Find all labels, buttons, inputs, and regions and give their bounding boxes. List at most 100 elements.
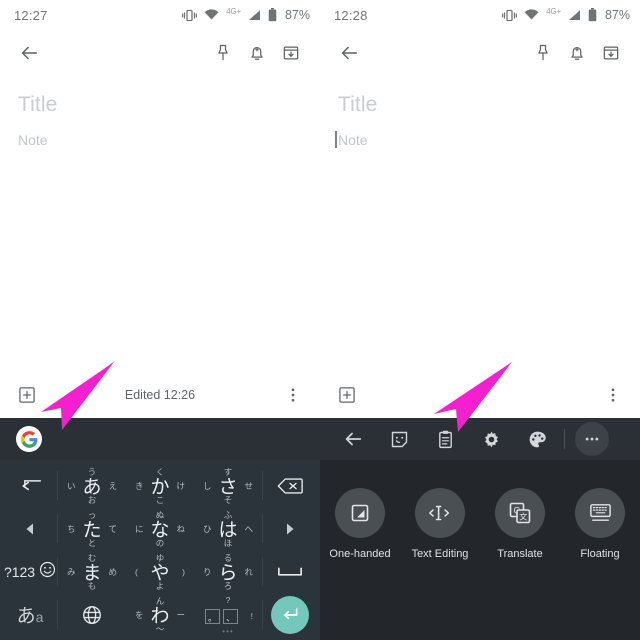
mode-one-handed[interactable]: One-handed bbox=[329, 488, 391, 560]
key-flick-left: に bbox=[135, 523, 144, 534]
language-globe-key[interactable] bbox=[58, 593, 126, 636]
key-flick-right: れ bbox=[244, 566, 253, 577]
note-title-input[interactable]: Title bbox=[338, 90, 622, 120]
note-body-placeholder: Note bbox=[338, 132, 368, 148]
punctuation-cells: 。 、 ! ••• bbox=[201, 602, 255, 636]
key-flick-right: ) bbox=[182, 566, 185, 577]
mode-floating[interactable]: Floating bbox=[569, 488, 631, 560]
more-options-icon[interactable] bbox=[575, 422, 609, 456]
key-ta-row[interactable]: っ ち た て と bbox=[58, 507, 126, 550]
pin-icon[interactable] bbox=[526, 36, 560, 70]
note-body-input[interactable]: Note bbox=[335, 128, 368, 152]
archive-icon[interactable] bbox=[274, 36, 308, 70]
delete-key[interactable] bbox=[262, 464, 318, 507]
back-arrow-icon[interactable] bbox=[332, 36, 366, 70]
gear-icon[interactable] bbox=[468, 418, 514, 460]
more-options-icon[interactable] bbox=[598, 380, 628, 410]
keyboard-row-3: ?123 む み ま め も ゆ (や) よ る り ら れ ろ bbox=[2, 550, 318, 593]
note-title-input[interactable]: Title bbox=[18, 90, 302, 120]
more-options-icon[interactable] bbox=[278, 380, 308, 410]
pin-icon[interactable] bbox=[206, 36, 240, 70]
battery-percent: 87% bbox=[604, 8, 630, 22]
key-flick-down: お bbox=[87, 495, 97, 505]
enter-key[interactable] bbox=[271, 595, 309, 634]
key-ya-row[interactable]: ゆ ( や ) よ bbox=[126, 550, 194, 593]
status-icon-group: 4G+ 87% bbox=[182, 6, 310, 22]
edited-timestamp: Edited 12:26 bbox=[124, 388, 196, 402]
symbols-key[interactable]: ?123 bbox=[4, 564, 35, 580]
sticker-icon[interactable] bbox=[376, 418, 422, 460]
app-toolbar-left bbox=[0, 30, 320, 76]
keyboard-keys-left: う い あ え お く き か け こ す し さ せ そ っ ち た て と … bbox=[0, 460, 320, 640]
key-flick-left: み bbox=[67, 566, 76, 577]
note-body-input[interactable]: Note bbox=[18, 128, 48, 152]
key-ha-row[interactable]: ふ ひ は へ ほ bbox=[194, 507, 263, 550]
add-box-icon[interactable] bbox=[12, 380, 42, 410]
key-sa-row[interactable]: す し さ せ そ bbox=[194, 464, 263, 507]
back-arrow-icon[interactable] bbox=[330, 418, 376, 460]
input-mode-key[interactable]: あa bbox=[2, 593, 58, 636]
key-na-row[interactable]: ぬ に な ね の bbox=[126, 507, 194, 550]
status-bar-right: 12:28 4G+ 87% bbox=[320, 0, 640, 30]
mode-label: Translate bbox=[497, 548, 543, 560]
emoji-key[interactable] bbox=[39, 561, 56, 583]
redo-icon[interactable] bbox=[362, 384, 598, 406]
one-handed-icon[interactable] bbox=[335, 488, 385, 538]
right-panel: 12:28 4G+ 87% Title Note One-handed Text… bbox=[320, 0, 640, 640]
key-flick-up: る bbox=[223, 553, 233, 563]
cursor-left-key[interactable] bbox=[2, 507, 58, 550]
note-editor-left[interactable]: Title Note bbox=[0, 76, 320, 152]
left-panel: 12:27 4G+ 87% Title Note Edited 12:26 う … bbox=[0, 0, 320, 640]
translate-icon[interactable]: G文 bbox=[495, 488, 545, 538]
add-box-icon[interactable] bbox=[332, 380, 362, 410]
battery-percent: 87% bbox=[284, 8, 310, 22]
key-flick-up: っ bbox=[87, 510, 97, 520]
key-ma-row[interactable]: む み ま め も bbox=[58, 550, 126, 593]
keyboard-modes-row: One-handed Text Editing G文 Translate bbox=[320, 460, 640, 560]
key-ra-row[interactable]: る り ら れ ろ bbox=[194, 550, 263, 593]
key-a-row[interactable]: う い あ え お bbox=[58, 464, 126, 507]
text-editing-icon[interactable] bbox=[415, 488, 465, 538]
key-ka-row[interactable]: く き か け こ bbox=[126, 464, 194, 507]
key-flick-down: そ bbox=[223, 495, 233, 505]
key-flick-left: き bbox=[135, 480, 144, 491]
reminder-bell-icon[interactable] bbox=[560, 36, 594, 70]
key-flick-down: こ bbox=[155, 495, 165, 505]
mode-label: One-handed bbox=[329, 548, 391, 560]
mode-translate[interactable]: G文 Translate bbox=[489, 488, 551, 560]
input-mode-label: あa bbox=[16, 606, 44, 627]
battery-icon bbox=[588, 8, 597, 22]
network-type-label: 4G+ bbox=[226, 6, 241, 16]
cursor-right-key[interactable] bbox=[262, 507, 318, 550]
note-editor-right[interactable]: Title Note bbox=[320, 76, 640, 152]
key-flick-up: く bbox=[155, 467, 165, 477]
archive-icon[interactable] bbox=[594, 36, 628, 70]
key-flick-down: の bbox=[155, 538, 165, 548]
key-flick-left: り bbox=[203, 566, 212, 577]
key-flick-left: を bbox=[135, 609, 144, 620]
reminder-bell-icon[interactable] bbox=[240, 36, 274, 70]
wifi-icon bbox=[524, 9, 539, 21]
enter-key-wrap bbox=[262, 593, 318, 636]
back-arrow-icon[interactable] bbox=[12, 36, 46, 70]
keyboard-modes-panel: One-handed Text Editing G文 Translate bbox=[320, 460, 640, 640]
key-flick-down: と bbox=[87, 538, 97, 548]
key-flick-down: よ bbox=[155, 581, 165, 591]
backspace-left-arrow-key[interactable] bbox=[2, 464, 58, 507]
space-key[interactable] bbox=[262, 550, 318, 593]
key-flick-down: ほ bbox=[223, 538, 233, 548]
note-body-placeholder: Note bbox=[18, 132, 48, 148]
network-type-label: 4G+ bbox=[546, 6, 561, 16]
key-flick-right: へ bbox=[244, 523, 253, 534]
floating-keyboard-icon[interactable] bbox=[575, 488, 625, 538]
theme-palette-icon[interactable] bbox=[514, 418, 560, 460]
key-flick-right: め bbox=[108, 566, 117, 577]
key-flick-up: う bbox=[87, 467, 97, 477]
mode-text-editing[interactable]: Text Editing bbox=[409, 488, 471, 560]
punct-cell-kuten: 。 bbox=[205, 608, 220, 624]
status-clock: 12:27 bbox=[14, 7, 48, 23]
google-g-logo-icon[interactable] bbox=[16, 426, 42, 452]
punctuation-key[interactable]: ? 。 、 ! ••• bbox=[194, 593, 263, 636]
clipboard-icon[interactable] bbox=[422, 418, 468, 460]
key-wa-row[interactable]: ん を わ ー ～ bbox=[126, 593, 194, 636]
